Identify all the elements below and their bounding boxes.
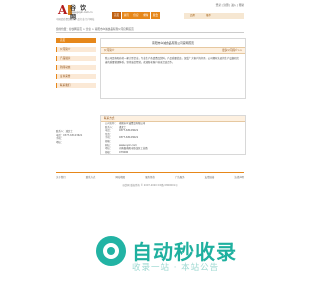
nav-news[interactable]: 资讯 <box>121 12 131 19</box>
watermark-subtitle: 收录一站 · 本站公告 <box>132 263 220 273</box>
logo-glyph: A <box>58 3 68 17</box>
more-intro-link[interactable]: 更多公司简介>> <box>222 48 242 53</box>
nav-buy[interactable]: 求购 <box>141 12 151 19</box>
sidebar-contact-info: 联系人：潘女士 电话：0377-63123621 手机： 地址： <box>56 130 96 144</box>
top-links[interactable]: 登录 | 注册 | 进入 | 帮助 <box>216 3 244 7</box>
contact-value: 0377-63123621 <box>119 129 139 133</box>
footer-link[interactable]: 网站地图 <box>115 175 125 179</box>
footer-link[interactable]: 法律声明 <box>234 175 244 179</box>
contact-panel: 联系方式 公司名称： 南阳市众诚食品有限公司 联系人： 潘女士 电话： 0377-63… <box>100 115 246 156</box>
contact-value: 473000 <box>119 150 129 154</box>
site-slogan: 中国优质食饮原料产品行业门户网站 <box>56 18 95 21</box>
intro-heading: 公司简介 <box>104 49 115 52</box>
contact-row: 邮编： 473000 <box>101 151 245 155</box>
sidebar-contact-line: 地址： <box>56 140 64 144</box>
copyright: 谷饮网 版权所有 © 2007-2020 ICP备 0800001号 <box>122 184 178 187</box>
watermark-logo-dot <box>107 247 115 255</box>
intro-heading-bar: 公司简介 更多公司简介>> <box>101 47 245 54</box>
footer-link[interactable]: 联系方式 <box>86 175 96 179</box>
watermark: 自动秒收录 收录一站 · 本站公告 <box>96 236 264 274</box>
contact-key: 邮编： <box>105 150 113 154</box>
nav-supply[interactable]: 供应 <box>131 12 141 19</box>
contact-value: 0377-63123621 <box>119 136 139 140</box>
sidebar-item-news[interactable]: 新闻动态 <box>56 65 96 70</box>
sidebar-item-contact[interactable]: 联系我们 <box>56 83 96 88</box>
sidebar-item-about[interactable]: 公司简介 <box>56 47 96 52</box>
page: A 谷 饮 网 www.guyin.com.cn 中国优质食饮原料产品行业门户网… <box>56 0 246 187</box>
header: A 谷 饮 网 www.guyin.com.cn 中国优质食饮原料产品行业门户网… <box>56 0 244 24</box>
subnav-recommend[interactable]: 推荐 <box>206 13 211 19</box>
sidebar-item-home[interactable]: 首页 <box>56 38 96 43</box>
site-url: www.guyin.com.cn <box>70 11 93 14</box>
sidebar: 首页 公司简介 产品展示 新闻动态 证书荣誉 联系我们 联系人：潘女士 电话：0… <box>56 38 96 144</box>
footer-link[interactable]: 友情链接 <box>205 175 215 179</box>
nav-expo[interactable]: 展会 <box>150 12 160 19</box>
footer-nav: 关于我们 联系方式 网站地图 服务条款 广告服务 友情链接 法律声明 <box>56 173 244 181</box>
company-intro-panel: 南阳市众诚食品有限公司官网首页 公司简介 更多公司简介>> 我公司是南阳市的一家… <box>100 38 246 99</box>
sub-nav: 品牌 推荐 <box>184 13 244 19</box>
intro-text: 我公司是南阳市的一家大型企业，专业生产各类食品饮料，产品质量优良，深受广大客户的… <box>105 57 239 64</box>
nav-home[interactable]: 首页 <box>112 12 122 19</box>
footer-link[interactable]: 服务条款 <box>145 175 155 179</box>
footer-link[interactable]: 广告服务 <box>175 175 185 179</box>
footer-link[interactable]: 关于我们 <box>56 175 66 179</box>
main-nav: 首页 资讯 供应 求购 展会 <box>112 12 180 19</box>
watermark-logo-icon <box>96 236 126 266</box>
company-title: 南阳市众诚食品有限公司官网首页 <box>152 41 194 45</box>
subnav-brand[interactable]: 品牌 <box>190 13 195 19</box>
breadcrumb[interactable]: 您的位置：谷饮网首页 > 企业 > 南阳市众诚食品有限公司官网首页 <box>56 27 244 33</box>
sidebar-item-certificates[interactable]: 证书荣誉 <box>56 74 96 79</box>
footer: 关于我们 联系方式 网站地图 服务条款 广告服务 友情链接 法律声明 谷饮网 版… <box>56 172 244 187</box>
sidebar-item-products[interactable]: 产品展示 <box>56 56 96 61</box>
site-logo[interactable]: A 谷 饮 网 www.guyin.com.cn 中国优质食饮原料产品行业门户网… <box>56 2 94 22</box>
